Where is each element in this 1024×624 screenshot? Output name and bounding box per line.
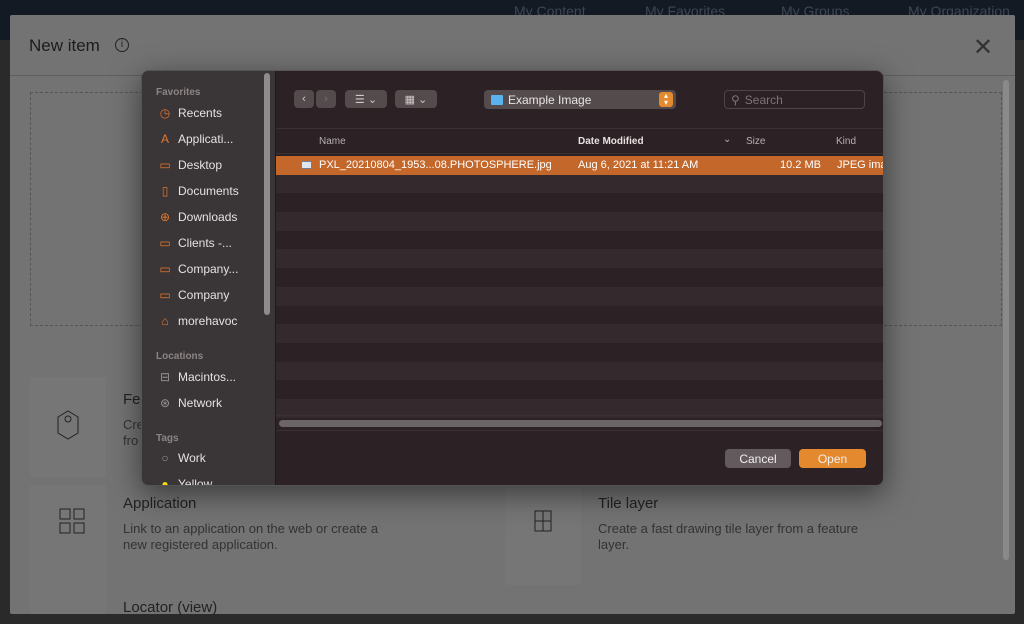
horizontal-scrollbar[interactable] bbox=[279, 420, 882, 427]
sidebar-item-network[interactable]: ⊛ Network bbox=[158, 394, 222, 412]
sidebar-item-recents[interactable]: ◷ Recents bbox=[158, 104, 222, 122]
home-icon: ⌂ bbox=[161, 314, 169, 328]
sidebar-item-tag-yellow[interactable]: ● Yellow bbox=[158, 475, 213, 486]
tag-dot-icon: ● bbox=[161, 477, 169, 486]
document-icon: ▯ bbox=[161, 184, 169, 198]
sidebar-item-company-2[interactable]: ▭ Company bbox=[158, 286, 229, 304]
info-icon[interactable]: i bbox=[115, 38, 129, 52]
sidebar-item-macintosh[interactable]: ⊟ Macintos... bbox=[158, 368, 236, 386]
locator-icon bbox=[30, 585, 106, 614]
sidebar-item-label: Company bbox=[178, 288, 230, 302]
sidebar-item-applications[interactable]: A Applicati... bbox=[158, 130, 233, 148]
applications-icon: A bbox=[160, 132, 169, 146]
card-title[interactable]: Application bbox=[123, 495, 196, 512]
modal-scrollbar[interactable] bbox=[1003, 80, 1009, 560]
file-row[interactable]: PXL_20210804_1953...08.PHOTOSPHERE.jpg A… bbox=[276, 156, 884, 175]
card-desc: Cre fro bbox=[123, 417, 144, 448]
column-header: Name Date Modified ⌄ Size Kind bbox=[276, 128, 883, 154]
sidebar-item-desktop[interactable]: ▭ Desktop bbox=[158, 156, 222, 174]
search-input[interactable]: ⚲ Search bbox=[724, 90, 865, 109]
chevron-right-icon: › bbox=[324, 93, 328, 105]
sidebar-item-label: Downloads bbox=[178, 210, 238, 224]
sidebar-item-label: Work bbox=[178, 451, 206, 465]
section-tags: Tags bbox=[156, 433, 179, 444]
file-date: Aug 6, 2021 at 11:21 AM bbox=[578, 159, 699, 171]
folder-selector[interactable]: Example Image ▴ ▾ bbox=[484, 90, 676, 109]
folder-icon bbox=[491, 94, 503, 105]
sidebar-item-clients[interactable]: ▭ Clients -... bbox=[158, 234, 232, 252]
grid-icon: ▦ ⌄ bbox=[404, 93, 428, 106]
section-favorites: Favorites bbox=[156, 87, 201, 98]
drive-icon: ⊟ bbox=[159, 370, 171, 384]
folder-icon: ▭ bbox=[159, 262, 171, 276]
list-icon: ☰ ⌄ bbox=[354, 93, 378, 106]
card-desc: Link to an application on the web or cre… bbox=[123, 521, 379, 552]
sidebar-item-label: Clients -... bbox=[178, 236, 233, 250]
section-locations: Locations bbox=[156, 351, 204, 362]
sidebar-item-home[interactable]: ⌂ morehavoc bbox=[158, 312, 237, 330]
sidebar-item-downloads[interactable]: ⊕ Downloads bbox=[158, 208, 237, 226]
sidebar-item-label: Company... bbox=[178, 262, 239, 276]
file-list: PXL_20210804_1953...08.PHOTOSPHERE.jpg A… bbox=[276, 156, 884, 418]
cancel-button[interactable]: Cancel bbox=[725, 449, 791, 468]
chevron-left-icon: ‹ bbox=[302, 93, 306, 105]
file-open-dialog: Favorites ◷ Recents A Applicati... ▭ Deskto… bbox=[141, 70, 884, 486]
sidebar-item-label: morehavoc bbox=[178, 314, 238, 328]
folder-icon: ▭ bbox=[159, 288, 171, 302]
card-title[interactable]: Tile layer bbox=[598, 495, 658, 512]
globe-icon: ⊛ bbox=[159, 396, 171, 410]
sidebar-item-label: Recents bbox=[178, 106, 223, 120]
file-name: PXL_20210804_1953...08.PHOTOSPHERE.jpg bbox=[319, 159, 552, 171]
grid-icon bbox=[30, 485, 106, 585]
sidebar: Favorites ◷ Recents A Applicati... ▭ Deskto… bbox=[142, 71, 276, 486]
sidebar-item-label: Documents bbox=[178, 184, 239, 198]
gallery-view-button[interactable]: ▦ ⌄ bbox=[395, 90, 437, 108]
download-icon: ⊕ bbox=[159, 210, 171, 224]
sidebar-item-label: Yellow bbox=[178, 477, 213, 486]
tile-map-icon bbox=[505, 485, 581, 585]
sidebar-item-label: Network bbox=[178, 396, 223, 410]
sidebar-item-company-1[interactable]: ▭ Company... bbox=[158, 260, 238, 278]
sidebar-item-tag-work[interactable]: ○ Work bbox=[158, 449, 206, 467]
column-size[interactable]: Size bbox=[746, 136, 765, 147]
open-button[interactable]: Open bbox=[799, 449, 866, 468]
sidebar-item-documents[interactable]: ▯ Documents bbox=[158, 182, 239, 200]
clock-icon: ◷ bbox=[159, 106, 171, 120]
updown-chevron-icon: ▴ ▾ bbox=[659, 92, 673, 107]
forward-button[interactable]: › bbox=[316, 90, 336, 108]
desktop-icon: ▭ bbox=[159, 158, 171, 172]
close-icon[interactable]: ✕ bbox=[973, 33, 993, 62]
column-name[interactable]: Name bbox=[319, 136, 346, 147]
tag-circle-icon: ○ bbox=[161, 451, 169, 465]
file-size: 10.2 MB bbox=[780, 159, 821, 171]
map-pin-icon bbox=[30, 377, 106, 477]
sidebar-item-label: Macintos... bbox=[178, 370, 237, 384]
current-folder: Example Image bbox=[508, 92, 592, 107]
list-view-button[interactable]: ☰ ⌄ bbox=[345, 90, 387, 108]
modal-title: New item bbox=[29, 36, 100, 55]
folder-icon: ▭ bbox=[159, 236, 171, 250]
sidebar-item-label: Applicati... bbox=[178, 132, 234, 146]
image-file-icon bbox=[301, 161, 312, 169]
column-kind[interactable]: Kind bbox=[836, 136, 856, 147]
column-date-modified[interactable]: Date Modified bbox=[578, 136, 644, 147]
search-icon: ⚲ bbox=[731, 92, 740, 107]
back-button[interactable]: ‹ bbox=[294, 90, 314, 108]
search-placeholder: Search bbox=[744, 92, 783, 107]
card-desc: Create a fast drawing tile layer from a … bbox=[598, 521, 859, 552]
card-title[interactable]: Locator (view) bbox=[123, 599, 217, 616]
chevron-down-icon: ⌄ bbox=[723, 134, 732, 145]
sidebar-item-label: Desktop bbox=[178, 158, 223, 172]
file-kind: JPEG ima bbox=[837, 159, 884, 171]
sidebar-scrollbar[interactable] bbox=[264, 73, 270, 315]
card-title[interactable]: Fe bbox=[123, 391, 141, 408]
